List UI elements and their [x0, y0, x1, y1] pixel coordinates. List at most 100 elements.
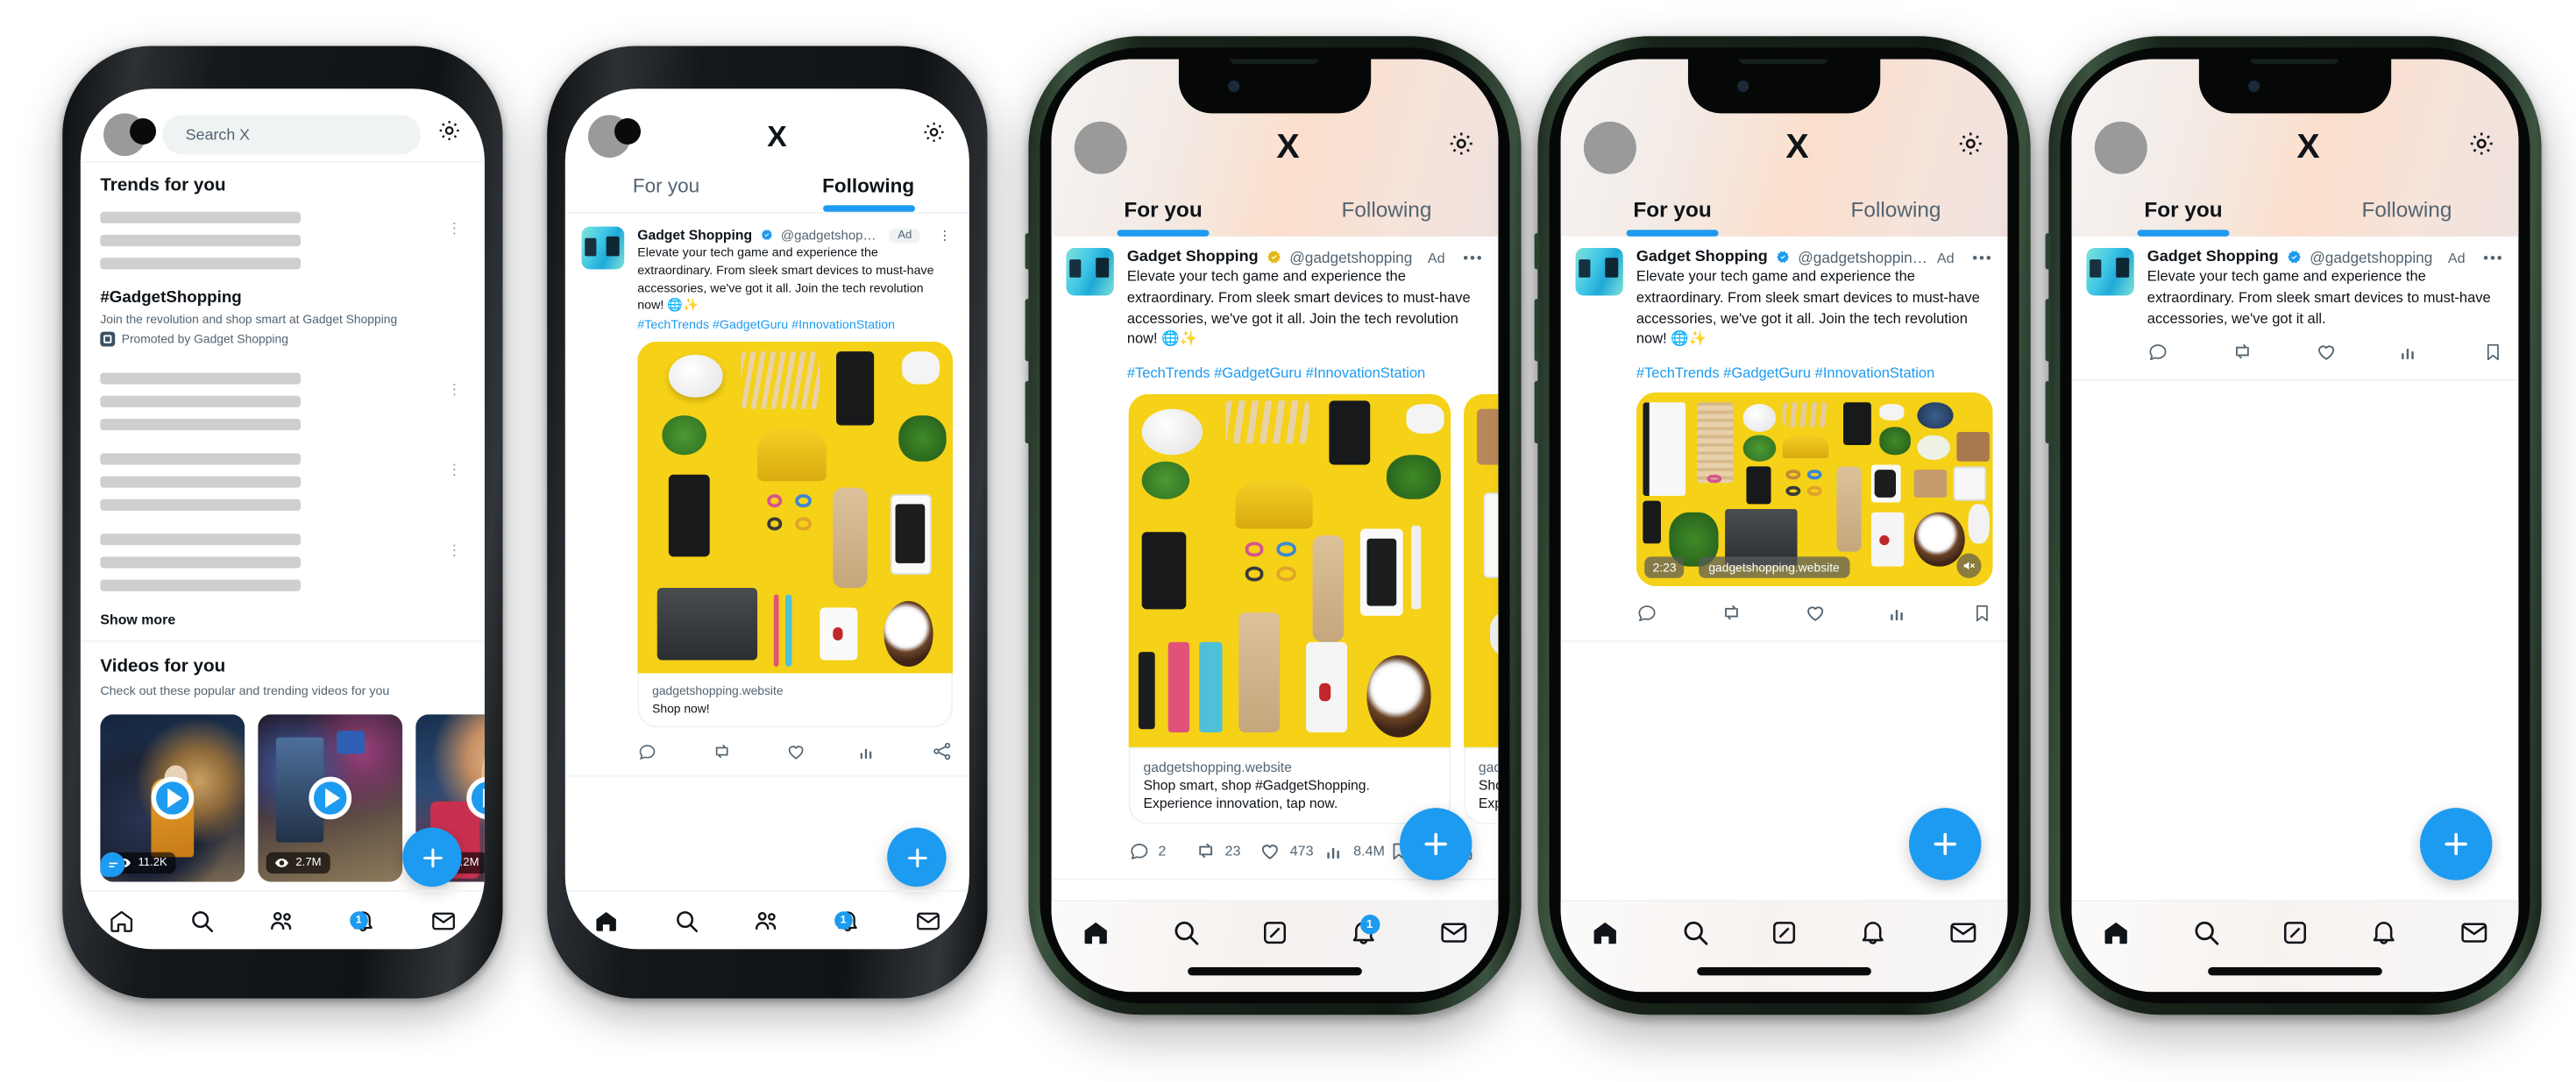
bookmark-icon[interactable]	[1971, 602, 1992, 623]
sidebar-item-messages[interactable]	[2429, 918, 2518, 948]
views-icon[interactable]	[1888, 602, 1972, 623]
views-icon[interactable]: 8.4M	[1323, 840, 1388, 861]
like-icon[interactable]	[784, 741, 858, 762]
sidebar-item-search[interactable]	[161, 908, 242, 934]
gear-icon[interactable]	[437, 118, 462, 151]
sidebar-item-notifications[interactable]: 1	[807, 908, 888, 934]
sidebar-item-home[interactable]	[1052, 918, 1141, 948]
reply-icon[interactable]	[2147, 341, 2232, 362]
trend-row[interactable]: ⋮	[81, 353, 485, 434]
tab-for-you[interactable]: For you	[565, 164, 768, 211]
post-card[interactable]: Gadget Shopping @gadgetshopping Ad ••• E…	[2072, 237, 2519, 380]
trend-overflow-icon[interactable]: ⋮	[447, 221, 462, 236]
retweet-icon[interactable]: 23	[1194, 839, 1259, 862]
play-icon[interactable]	[309, 776, 352, 820]
post-avatar[interactable]	[2086, 248, 2134, 296]
gear-icon[interactable]	[2467, 130, 2495, 166]
sidebar-item-notifications[interactable]: 1	[323, 908, 404, 934]
post-avatar[interactable]	[1575, 248, 1623, 296]
compose-fab[interactable]	[1399, 808, 1473, 880]
sidebar-item-messages[interactable]	[404, 908, 485, 934]
sidebar-item-home[interactable]	[565, 908, 646, 934]
tab-following[interactable]: Following	[1785, 187, 2008, 237]
play-icon[interactable]	[151, 776, 195, 820]
trend-overflow-icon[interactable]: ⋮	[447, 382, 462, 397]
post-video[interactable]: 2:23 gadgetshopping.website	[1636, 392, 1993, 587]
post-avatar[interactable]	[581, 226, 625, 270]
grok-icon[interactable]	[100, 852, 125, 877]
tab-for-you[interactable]: For you	[2072, 187, 2296, 237]
tab-for-you[interactable]: For you	[1052, 187, 1275, 237]
promoted-trend[interactable]: #GadgetShopping Join the revolution and …	[81, 272, 485, 353]
compose-fab[interactable]	[402, 827, 462, 888]
sidebar-item-search[interactable]	[646, 908, 727, 934]
media-carousel[interactable]: gadgetshopping.website Shop smart, shop …	[1052, 381, 1499, 825]
retweet-icon[interactable]	[2231, 340, 2315, 363]
tab-following[interactable]: Following	[2295, 187, 2518, 237]
trend-row[interactable]: ⋮	[81, 514, 485, 595]
show-more-link[interactable]: Show more	[100, 611, 465, 627]
video-url-badge[interactable]: gadgetshopping.website	[1699, 556, 1850, 578]
sidebar-item-messages[interactable]	[889, 908, 969, 934]
tab-for-you[interactable]: For you	[1561, 187, 1785, 237]
sidebar-item-compose[interactable]	[1740, 918, 1829, 948]
reply-icon[interactable]	[637, 742, 711, 761]
post-hashtags[interactable]: #TechTrends #GadgetGuru #InnovationStati…	[1127, 364, 1484, 381]
sidebar-item-search[interactable]	[1141, 918, 1231, 948]
gear-icon[interactable]	[922, 120, 947, 152]
avatar[interactable]	[1074, 121, 1127, 174]
sidebar-item-communities[interactable]	[242, 906, 323, 936]
bookmark-icon[interactable]	[2482, 341, 2503, 362]
trend-overflow-icon[interactable]: ⋮	[447, 542, 462, 557]
compose-fab[interactable]	[887, 827, 947, 888]
post-image[interactable]	[637, 342, 954, 674]
post-card[interactable]: Gadget Shopping @gadgetshopping Ad ⋮ Ele…	[565, 214, 969, 775]
mute-icon[interactable]	[1956, 553, 1982, 578]
post-overflow-icon[interactable]: •••	[1972, 249, 1992, 265]
search-input[interactable]: Search X	[162, 115, 421, 155]
sidebar-item-search[interactable]	[1650, 918, 1740, 948]
link-card[interactable]: gadg Shop Expe	[1464, 746, 1499, 825]
retweet-icon[interactable]	[711, 741, 784, 762]
post-avatar[interactable]	[1066, 248, 1114, 296]
post-hashtags[interactable]: #TechTrends #GadgetGuru #InnovationStati…	[637, 317, 953, 332]
like-icon[interactable]	[2315, 340, 2399, 363]
reply-icon[interactable]: 2	[1129, 840, 1194, 861]
sidebar-item-communities[interactable]	[727, 906, 807, 936]
link-card[interactable]: gadgetshopping.website Shop now!	[637, 673, 954, 728]
trend-row[interactable]: ⋮	[81, 434, 485, 514]
reply-icon[interactable]	[1636, 602, 1721, 623]
gear-icon[interactable]	[1956, 130, 1984, 166]
sidebar-item-notifications[interactable]	[2340, 918, 2430, 948]
compose-fab[interactable]	[2419, 808, 2493, 880]
post-hashtags[interactable]: #TechTrends #GadgetGuru #InnovationStati…	[1636, 364, 1993, 381]
share-icon[interactable]	[932, 741, 953, 762]
sidebar-item-home[interactable]	[81, 908, 161, 934]
link-card[interactable]: gadgetshopping.website Shop smart, shop …	[1128, 746, 1451, 825]
tab-following[interactable]: Following	[1275, 187, 1499, 237]
sidebar-item-home[interactable]	[1561, 918, 1650, 948]
tab-following[interactable]: Following	[767, 164, 969, 211]
sidebar-item-search[interactable]	[2161, 918, 2251, 948]
trend-overflow-icon[interactable]: ⋮	[447, 463, 462, 477]
sidebar-item-home[interactable]	[2072, 918, 2161, 948]
post-overflow-icon[interactable]: •••	[2483, 249, 2503, 265]
post-overflow-icon[interactable]: ⋮	[938, 228, 953, 243]
avatar[interactable]	[1583, 121, 1636, 174]
views-icon[interactable]	[858, 742, 932, 761]
like-icon[interactable]: 473	[1259, 839, 1323, 862]
post-card[interactable]: Gadget Shopping @gadgetshopping\... Ad •…	[1561, 237, 2008, 640]
sidebar-item-notifications[interactable]	[1829, 918, 1919, 948]
carousel-slide[interactable]: gadgetshopping.website Shop smart, shop …	[1128, 393, 1451, 825]
views-icon[interactable]	[2399, 341, 2483, 362]
sidebar-item-messages[interactable]	[1919, 918, 2008, 948]
sidebar-item-messages[interactable]	[1409, 918, 1498, 948]
avatar[interactable]	[2094, 121, 2147, 174]
post-overflow-icon[interactable]: •••	[1463, 249, 1483, 265]
carousel-slide[interactable]: gadg Shop Expe	[1464, 393, 1499, 825]
gear-icon[interactable]	[1447, 130, 1475, 166]
sidebar-item-compose[interactable]	[2251, 918, 2340, 948]
compose-fab[interactable]	[1909, 808, 1982, 880]
trend-row[interactable]: ⋮	[81, 195, 485, 272]
sidebar-item-compose[interactable]	[1231, 918, 1320, 948]
